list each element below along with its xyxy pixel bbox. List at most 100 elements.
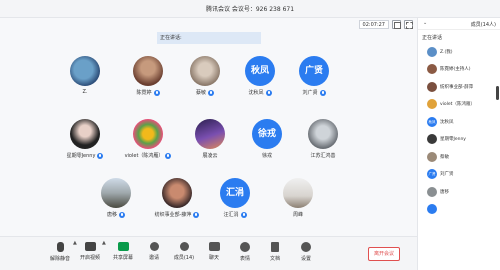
member-list: Z.(我) 陈霓婷(主持人) 纺织事业部-薛萍 violet（陈鸿雁） 秋凤 沈秋凤星期零… — [418, 43, 500, 218]
participant-name-row: 纺织事业部-薛萍 — [155, 211, 200, 218]
caret-up-icon[interactable]: ▲ — [73, 240, 77, 246]
settings-label: 设置 — [300, 256, 311, 262]
video-label: 开启视频 — [79, 255, 100, 261]
chat-label: 聊天 — [208, 255, 219, 261]
member-name: Z.(我) — [440, 49, 453, 55]
participant-avatar — [133, 119, 163, 149]
docs-button[interactable]: 文档 — [263, 242, 287, 262]
panel-header: ⌄ 成员(14人) — [418, 18, 500, 30]
member-avatar — [427, 99, 437, 110]
invite-label: 邀请 — [148, 255, 159, 261]
mic-status-icon — [153, 89, 160, 96]
member-list-item[interactable]: 星期零Jenny — [418, 131, 500, 149]
participant-name: 蔡敏 — [195, 90, 206, 96]
member-avatar — [427, 134, 437, 145]
docs-label: 文档 — [269, 256, 280, 262]
member-name: 刘广贤 — [440, 172, 454, 178]
window-title: 腾讯会议 会议号：926 238 671 — [205, 6, 295, 13]
video-button[interactable]: 开启视频 — [78, 242, 102, 261]
participant-name-row: 刘广贤 — [292, 89, 336, 96]
members-button[interactable]: 成员(14) — [172, 242, 196, 261]
member-list-item[interactable]: 唐移 — [418, 183, 500, 201]
member-avatar: 秋凤 — [427, 116, 437, 127]
participant-tile[interactable]: violet（陈鸿雁） — [125, 119, 172, 159]
participant-name-row: 星期零Jenny — [63, 152, 107, 159]
member-name: 星期零Jenny — [440, 137, 466, 143]
member-list-item[interactable]: violet（陈鸿雁） — [418, 96, 500, 114]
participant-name-row: 展凌云 — [188, 152, 232, 159]
participant-avatar — [70, 119, 100, 149]
smile-icon — [240, 242, 250, 252]
participant-name: 徐戎 — [261, 153, 272, 159]
participant-grid: Z. 陈霓婷 蔡敏 秋凤 沈秋凤 广贤 刘广贤 星期零Jenny violet（陈鸿雁） 展凌云徐… — [0, 18, 417, 236]
mute-button[interactable]: 解除静音 — [48, 242, 72, 262]
leave-meeting-button[interactable]: 离开会议 — [368, 247, 400, 261]
panel-scrollbar[interactable] — [496, 86, 499, 100]
participant-tile[interactable]: 唐移 — [94, 178, 138, 218]
participant-avatar: 广贤 — [299, 56, 329, 86]
collapse-panel-icon[interactable]: ⌄ — [423, 20, 427, 26]
mic-status-icon — [319, 89, 326, 96]
panel-title: 成员(14人) — [470, 22, 496, 28]
participant-tile[interactable]: 周峰 — [276, 178, 320, 218]
chat-button[interactable]: 聊天 — [202, 242, 226, 261]
invite-button[interactable]: 邀请 — [142, 242, 166, 261]
participant-tile[interactable]: 纺织事业部-薛萍 — [155, 178, 200, 218]
mic-status-icon — [97, 152, 104, 159]
mic-icon — [56, 242, 64, 252]
participant-avatar — [133, 56, 163, 86]
chat-icon — [208, 242, 220, 251]
member-list-item[interactable]: 陈霓婷(主持人) — [418, 61, 500, 79]
participant-tile[interactable]: 徐戎 徐戎 — [245, 119, 289, 159]
participant-name: 汪汇涓 — [223, 212, 239, 218]
participant-avatar — [283, 178, 313, 208]
participant-name-row: 汪汇涓 — [213, 211, 257, 218]
member-list-item[interactable]: 秋凤 沈秋凤 — [418, 113, 500, 131]
reactions-label: 表情 — [239, 256, 250, 262]
member-list-item[interactable]: Z.(我) — [418, 43, 500, 61]
participant-tile[interactable]: 秋凤 沈秋凤 — [238, 56, 282, 96]
mic-status-icon — [240, 211, 247, 218]
share-button[interactable]: 共享屏幕 — [111, 242, 135, 261]
settings-button[interactable]: 设置 — [294, 242, 318, 262]
participant-tile[interactable]: 江苏汇鸿善 — [301, 119, 345, 159]
member-avatar — [427, 81, 437, 92]
participant-tile[interactable]: 星期零Jenny — [63, 119, 107, 159]
participant-name: 沈秋凤 — [248, 90, 264, 96]
member-name: 陈霓婷(主持人) — [440, 67, 471, 73]
member-list-item[interactable] — [418, 201, 500, 219]
share-label: 共享屏幕 — [112, 255, 133, 261]
member-list-item[interactable]: 蔡敏 — [418, 148, 500, 166]
participant-tile[interactable]: 汇涓 汪汇涓 — [213, 178, 257, 218]
participant-tile[interactable]: 陈霓婷 — [126, 56, 170, 96]
member-name: violet（陈鸿雁） — [440, 102, 475, 108]
caret-up-icon[interactable]: ▲ — [102, 240, 106, 246]
member-list-item[interactable]: 广贤 刘广贤 — [418, 166, 500, 184]
member-avatar — [427, 64, 437, 75]
reactions-button[interactable]: 表情 — [233, 242, 257, 262]
participant-avatar: 秋凤 — [245, 56, 275, 86]
add-person-icon — [149, 242, 159, 251]
participant-tile[interactable]: 蔡敏 — [183, 56, 227, 96]
gear-icon — [301, 242, 311, 252]
participant-tile[interactable]: 广贤 刘广贤 — [292, 56, 336, 96]
member-list-item[interactable]: 纺织事业部-薛萍 — [418, 78, 500, 96]
participant-name-row: 沈秋凤 — [238, 89, 282, 96]
mic-status-icon — [165, 152, 172, 159]
participant-tile[interactable]: Z. — [63, 56, 107, 95]
participant-name-row: 唐移 — [94, 211, 138, 218]
participant-tile[interactable]: 展凌云 — [188, 119, 232, 159]
share-screen-icon — [117, 242, 129, 251]
member-name: 唐移 — [440, 189, 449, 195]
participant-name-row: 周峰 — [276, 211, 320, 218]
document-icon — [271, 242, 279, 252]
meeting-view: 02:07:27 正在讲话: Z. 陈霓婷 蔡敏 秋凤 沈秋凤 广贤 刘广贤 星期零Jenny… — [0, 18, 417, 236]
participant-name-row: 陈霓婷 — [126, 89, 170, 96]
participant-avatar — [308, 119, 338, 149]
mic-status-icon — [119, 211, 125, 218]
member-avatar — [427, 186, 437, 197]
mic-status-icon — [208, 89, 214, 96]
participant-name: 展凌云 — [202, 153, 218, 159]
participant-name-row: 徐戎 — [245, 152, 289, 159]
camera-icon — [84, 242, 96, 251]
